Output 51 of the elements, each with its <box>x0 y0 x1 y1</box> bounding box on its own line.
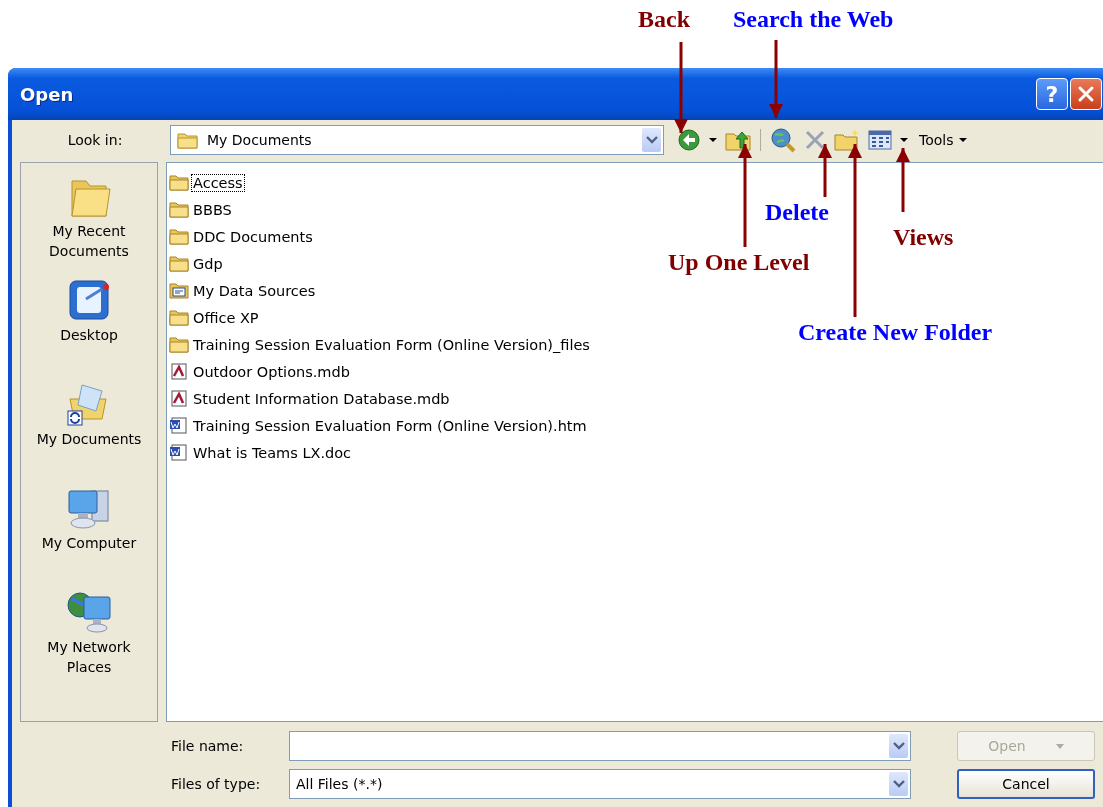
look-in-label: Look in: <box>66 132 124 148</box>
close-button[interactable] <box>1070 78 1102 110</box>
folder-icon <box>169 309 189 326</box>
database-file-icon <box>169 363 189 380</box>
file-name[interactable]: Student Information Database.mdb <box>191 389 452 408</box>
database-file-icon <box>169 390 189 407</box>
file-name[interactable]: BBBS <box>191 200 234 219</box>
file-name[interactable]: DDC Documents <box>191 227 315 246</box>
word-document-icon <box>169 444 189 461</box>
file-name[interactable]: Office XP <box>191 308 261 327</box>
places-bar-item[interactable]: My Network Places <box>29 587 149 687</box>
file-name[interactable]: What is Teams LX.doc <box>191 443 354 462</box>
folder-icon <box>169 201 189 218</box>
places-bar-item[interactable]: My Computer <box>29 483 149 583</box>
file-name-label: File name: <box>171 738 245 754</box>
close-icon <box>1077 85 1095 103</box>
files-of-type-label: Files of type: <box>171 776 262 792</box>
places-bar-item[interactable]: My Recent Documents <box>29 171 149 271</box>
callout-arrow <box>818 144 832 197</box>
globe-search-button[interactable] <box>769 126 797 154</box>
folder-icon <box>169 228 189 245</box>
views-button[interactable] <box>867 129 893 151</box>
caret-icon <box>1055 743 1064 749</box>
help-button[interactable]: ? <box>1036 78 1068 110</box>
delete-button[interactable] <box>803 128 827 152</box>
file-name[interactable]: Training Session Evaluation Form (Online Version)_files <box>191 335 592 354</box>
new-folder-button[interactable] <box>833 128 861 152</box>
caret-icon[interactable] <box>899 137 909 143</box>
data-folder-icon <box>169 282 189 299</box>
file-name[interactable]: Outdoor Options.mdb <box>191 362 352 381</box>
look-in-dropdown[interactable]: My Documents <box>170 125 664 155</box>
word-document-icon <box>169 417 189 434</box>
places-bar-item[interactable]: My Documents <box>29 379 149 479</box>
caret-icon <box>957 137 968 143</box>
folder-icon <box>169 255 189 272</box>
places-bar-item[interactable]: Desktop <box>29 275 149 375</box>
file-name[interactable]: My Data Sources <box>191 281 318 300</box>
folder-icon <box>177 131 199 149</box>
file-type-dropdown[interactable]: All Files (*.*) <box>289 769 911 799</box>
tools-menu-button[interactable]: Tools <box>915 132 972 148</box>
folder-icon <box>169 174 189 191</box>
window-title: Open <box>20 83 74 105</box>
back-button[interactable] <box>676 127 702 153</box>
callout-arrow <box>896 148 910 212</box>
cancel-button[interactable]: Cancel <box>957 769 1095 799</box>
file-name[interactable]: Training Session Evaluation Form (Online Version).htm <box>191 416 589 435</box>
caret-icon[interactable] <box>708 137 718 143</box>
file-name[interactable]: Access <box>191 173 245 192</box>
file-name-field[interactable] <box>289 731 911 761</box>
file-name[interactable]: Gdp <box>191 254 225 273</box>
folder-icon <box>169 336 189 353</box>
